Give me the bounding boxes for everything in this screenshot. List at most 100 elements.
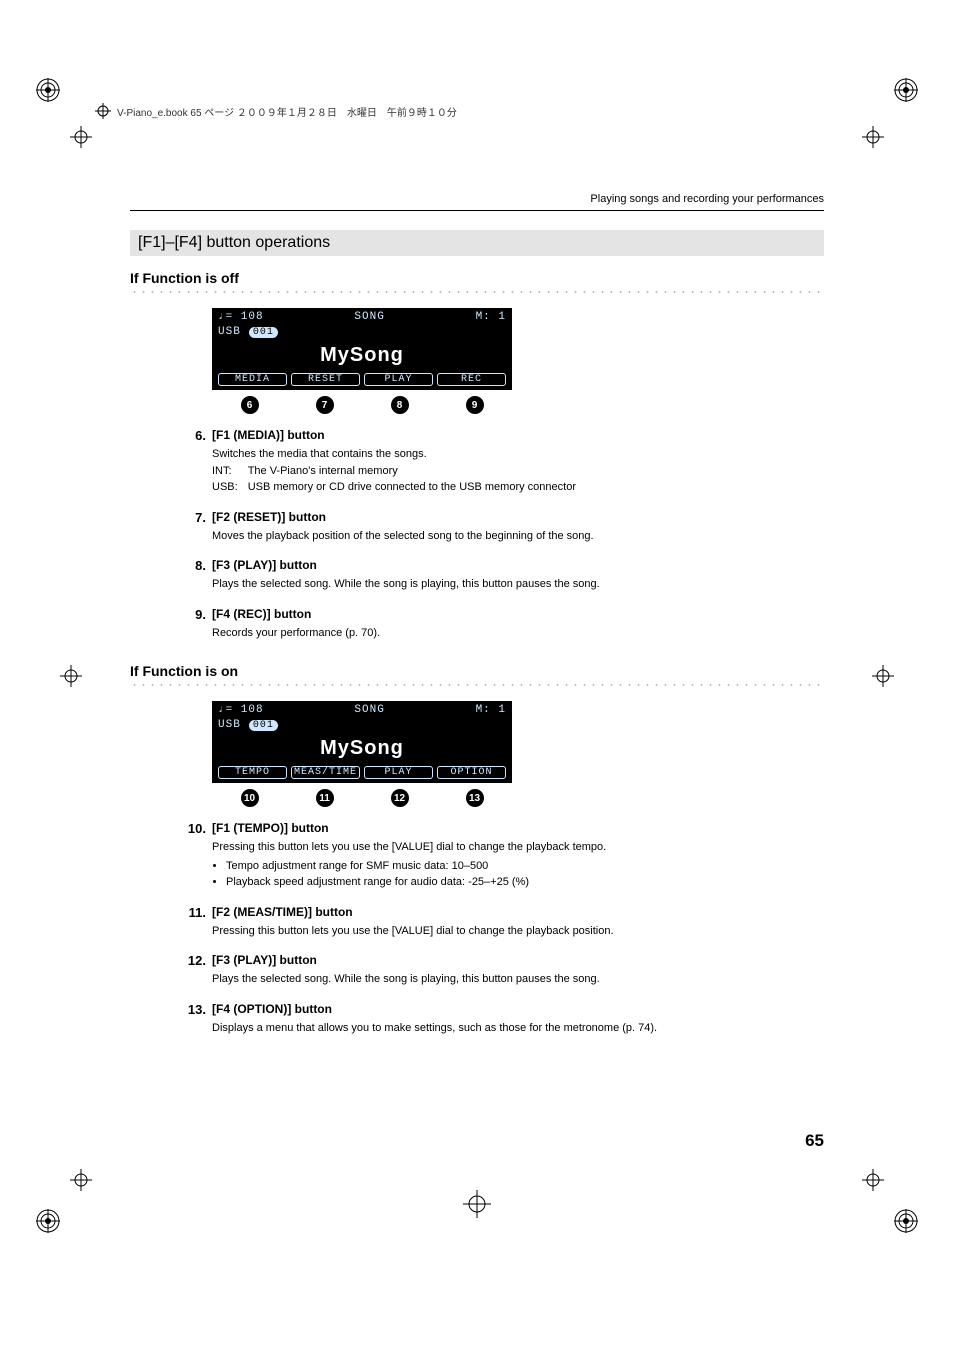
item-table: INT:The V-Piano's internal memoryUSB:USB… [212, 463, 586, 496]
item-text: Plays the selected song. While the song … [212, 971, 824, 988]
item-title: [F3 (PLAY)] button [212, 953, 317, 967]
lcd-songnum: 001 [249, 720, 278, 731]
callouts-on: 10 11 12 13 [212, 789, 512, 807]
table-cell: The V-Piano's internal memory [248, 463, 586, 480]
list-item: 9. [F4 (REC)] button Records your performa… [186, 607, 824, 642]
crossmark-tr [862, 126, 884, 148]
item-title: [F1 (TEMPO)] button [212, 821, 329, 835]
item-text: Moves the playback position of the selec… [212, 528, 824, 545]
item-title: [F2 (RESET)] button [212, 510, 326, 524]
item-text: Pressing this button lets you use the [V… [212, 839, 824, 856]
bullet: Playback speed adjustment range for audi… [226, 874, 824, 891]
lcd-off: ♩= 108 SONG M: 1 USB 001 MySong MEDIA RE… [212, 308, 512, 390]
lcd-measure: M: 1 [476, 311, 506, 323]
lcd-top-title: SONG [354, 704, 384, 716]
lcd-top-title: SONG [354, 311, 384, 323]
bullet: Tempo adjustment range for SMF music dat… [226, 858, 824, 875]
item-text: Displays a menu that allows you to make … [212, 1020, 824, 1037]
fkey-media: MEDIA [218, 373, 287, 386]
table-cell: INT: [212, 463, 248, 480]
callout-11: 11 [316, 789, 334, 807]
list-item: 6. [F1 (MEDIA)] button Switches the media … [186, 428, 824, 496]
table-cell: USB: [212, 479, 248, 496]
crossmark-tl [70, 126, 92, 148]
item-title: [F4 (OPTION)] button [212, 1002, 332, 1016]
fkey-meastime: MEAS/TIME [291, 766, 360, 779]
list-item: 11. [F2 (MEAS/TIME)] button Pressing this … [186, 905, 824, 940]
crosshair-icon [95, 103, 111, 119]
item-body: Switches the media that contains the son… [212, 446, 824, 496]
dotted-rule-2 [130, 681, 824, 689]
item-bullets: Tempo adjustment range for SMF music dat… [212, 858, 824, 891]
lcd-tempo: ♩= 108 [218, 311, 264, 323]
item-number: 13. [186, 1002, 206, 1017]
fkey-play: PLAY [364, 766, 433, 779]
lcd-measure: M: 1 [476, 704, 506, 716]
item-title: [F2 (MEAS/TIME)] button [212, 905, 353, 919]
lcd-tempo: ♩= 108 [218, 704, 264, 716]
lcd-songnum: 001 [249, 327, 278, 338]
list-item: 13. [F4 (OPTION)] button Displays a menu t… [186, 1002, 824, 1037]
item-number: 10. [186, 821, 206, 836]
item-body: Moves the playback position of the selec… [212, 528, 824, 545]
crossmark-ml [60, 665, 82, 687]
lcd-on: ♩= 108 SONG M: 1 USB 001 MySong TEMPO ME… [212, 701, 512, 783]
bookline-text: V-Piano_e.book 65 ページ ２００９年１月２８日 水曜日 午前９… [117, 104, 457, 119]
callout-10: 10 [241, 789, 259, 807]
lcd-source: USB [218, 326, 241, 338]
lcd-source: USB [218, 719, 241, 731]
regmark-bl [36, 1209, 60, 1233]
list-item: 10. [F1 (TEMPO)] button Pressing this butt… [186, 821, 824, 891]
crossmark-mr [872, 665, 894, 687]
callout-7: 7 [316, 396, 334, 414]
item-number: 11. [186, 905, 206, 920]
page-section-title: Playing songs and recording your perform… [590, 193, 824, 205]
section-bar: [F1]–[F4] button operations [130, 230, 824, 256]
item-text: Switches the media that contains the son… [212, 446, 824, 463]
item-number: 8. [186, 558, 206, 573]
item-number: 7. [186, 510, 206, 525]
item-text: Plays the selected song. While the song … [212, 576, 824, 593]
function-on-heading: If Function is on [130, 663, 824, 679]
item-body: Displays a menu that allows you to make … [212, 1020, 824, 1037]
dotted-rule-1 [130, 288, 824, 296]
item-body: Records your performance (p. 70). [212, 625, 824, 642]
item-title: [F3 (PLAY)] button [212, 558, 317, 572]
callout-12: 12 [391, 789, 409, 807]
fkey-play: PLAY [364, 373, 433, 386]
fkey-tempo: TEMPO [218, 766, 287, 779]
item-body: Plays the selected song. While the song … [212, 971, 824, 988]
page: { "header": { "bookline": "V-Piano_e.boo… [0, 0, 954, 1351]
callout-8: 8 [391, 396, 409, 414]
item-text: Records your performance (p. 70). [212, 625, 824, 642]
regmark-tr [894, 78, 918, 102]
callout-6: 6 [241, 396, 259, 414]
crossmark-br2 [862, 1169, 884, 1191]
function-off-heading: If Function is off [130, 270, 824, 286]
lcd-songname: MySong [212, 344, 512, 367]
item-body: Pressing this button lets you use the [V… [212, 839, 824, 891]
fkey-reset: RESET [291, 373, 360, 386]
lcd-songname: MySong [212, 737, 512, 760]
crossmark-bottom-center [463, 1190, 491, 1221]
callout-13: 13 [466, 789, 484, 807]
list-item: 7. [F2 (RESET)] button Moves the playback … [186, 510, 824, 545]
item-number: 6. [186, 428, 206, 443]
callout-9: 9 [466, 396, 484, 414]
page-number: 65 [805, 1131, 824, 1151]
list-item: 8. [F3 (PLAY)] button Plays the selected s… [186, 558, 824, 593]
fkey-option: OPTION [437, 766, 506, 779]
callouts-off: 6 7 8 9 [212, 396, 512, 414]
item-body: Plays the selected song. While the song … [212, 576, 824, 593]
item-number: 9. [186, 607, 206, 622]
table-cell: USB memory or CD drive connected to the … [248, 479, 586, 496]
crossmark-bl2 [70, 1169, 92, 1191]
list-item: 12. [F3 (PLAY)] button Plays the selected … [186, 953, 824, 988]
item-text: Pressing this button lets you use the [V… [212, 923, 824, 940]
bookmark-header: V-Piano_e.book 65 ページ ２００９年１月２８日 水曜日 午前９… [95, 103, 457, 119]
header-rule [130, 210, 824, 211]
item-title: [F1 (MEDIA)] button [212, 428, 325, 442]
fkey-rec: REC [437, 373, 506, 386]
item-title: [F4 (REC)] button [212, 607, 311, 621]
item-number: 12. [186, 953, 206, 968]
